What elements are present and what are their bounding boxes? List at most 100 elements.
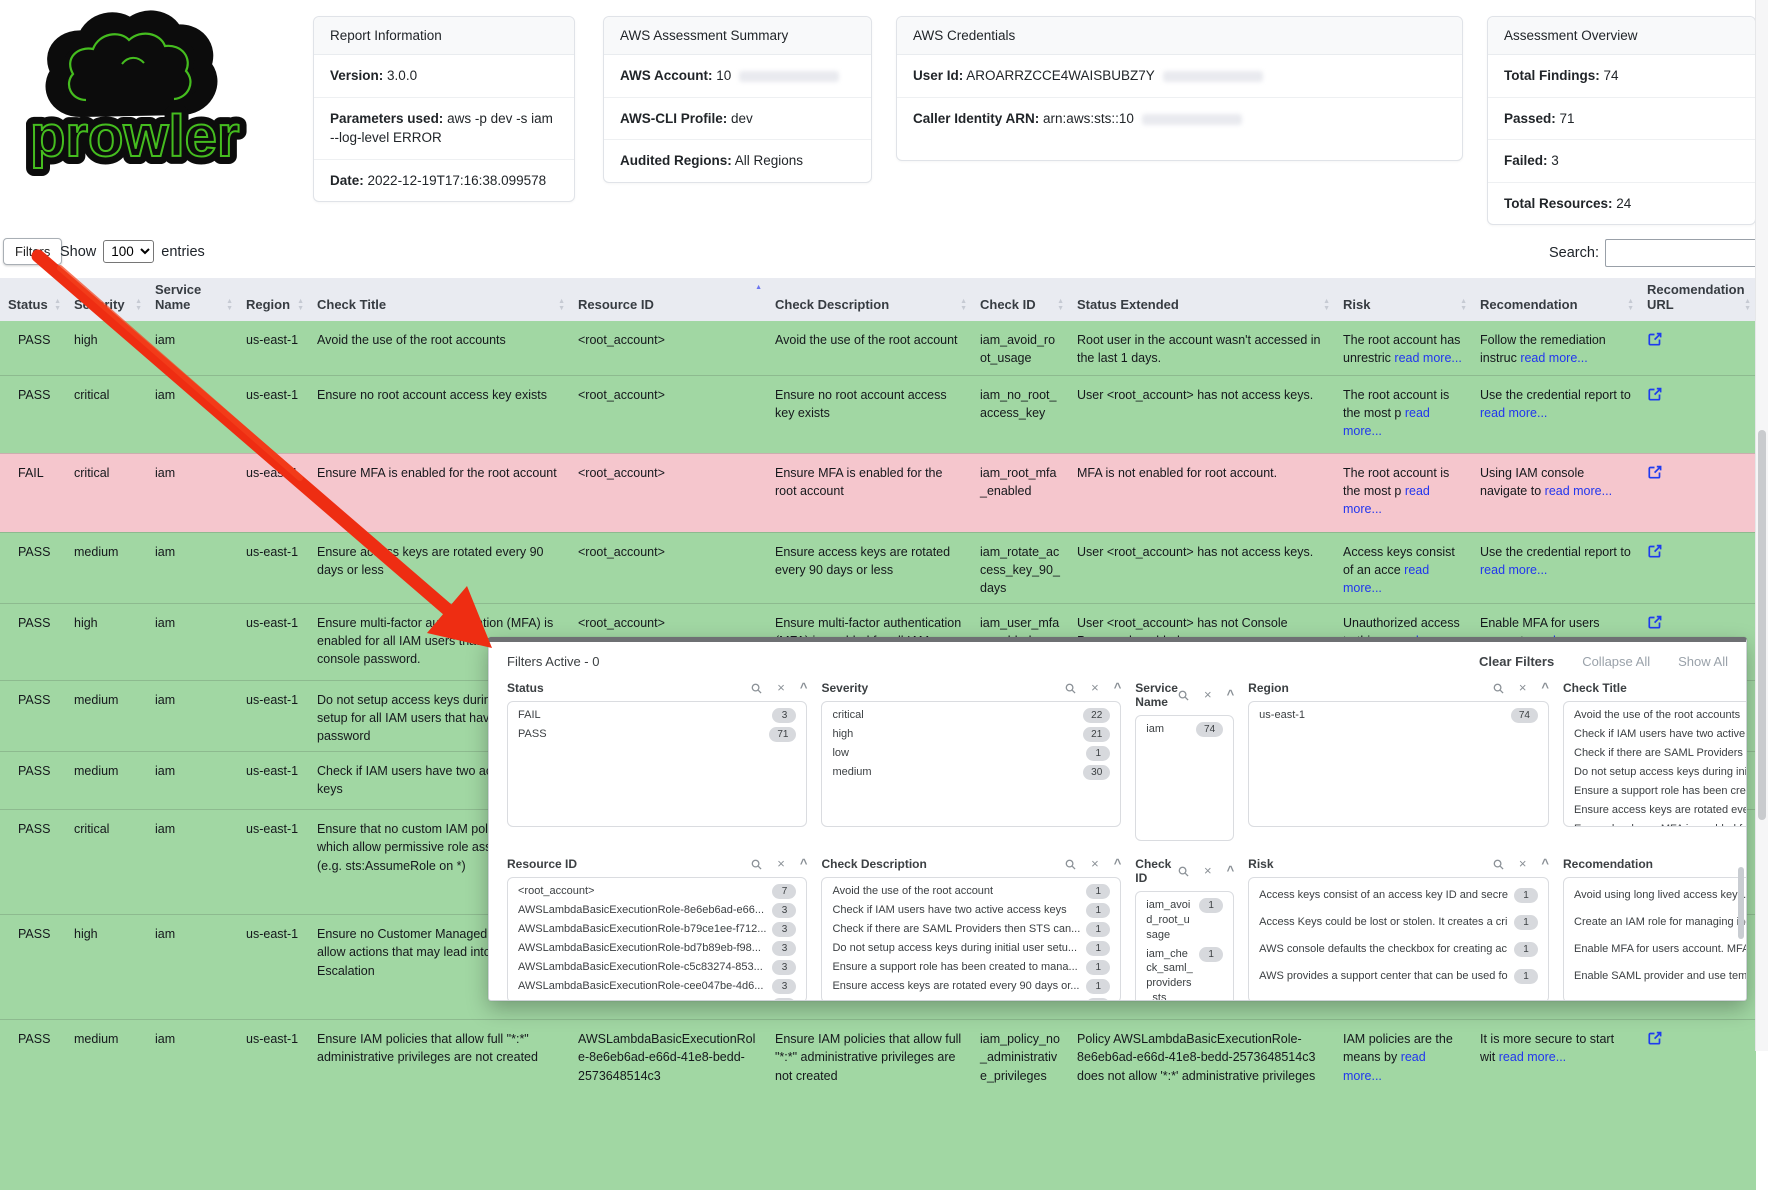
filter-option[interactable]: Do not setup access keys during initial … xyxy=(1564,763,1747,782)
filter-option[interactable]: Ensure access keys are rotated every 90 … xyxy=(822,977,1120,996)
filter-option[interactable]: FAIL 3 xyxy=(508,706,806,725)
filter-option[interactable]: Ensure a support role has been created t… xyxy=(1564,782,1747,801)
filter-option[interactable]: AWSLambdaBasicExecutionRole-c5c83274-853… xyxy=(508,958,806,977)
collapse-icon[interactable]: ^ xyxy=(1227,690,1235,700)
filter-option[interactable]: Ensure access keys are rotated every 90 … xyxy=(1564,801,1747,820)
table-row[interactable]: PASS medium iam us-east-1 Ensure access … xyxy=(0,532,1756,603)
external-link-icon[interactable] xyxy=(1647,331,1663,347)
sort-icons[interactable]: ▲▼ xyxy=(135,298,142,312)
collapse-icon[interactable]: ^ xyxy=(1114,859,1122,869)
clear-filter-icon[interactable]: × xyxy=(1091,859,1099,869)
page-scrollbar-thumb[interactable] xyxy=(1758,430,1766,820)
read-more-link[interactable]: read more... xyxy=(1480,563,1547,577)
search-icon[interactable] xyxy=(1065,859,1076,870)
filter-option[interactable]: Check if there are SAML Providers then S… xyxy=(822,920,1120,939)
sort-icons[interactable]: ▲▼ xyxy=(1627,298,1634,312)
filter-option[interactable]: PASS 71 xyxy=(508,725,806,744)
filter-option[interactable]: Check if IAM users have two active acces… xyxy=(1564,725,1747,744)
sort-icons[interactable]: ▲▼ xyxy=(297,298,304,312)
column-header[interactable]: Status ▲▼ xyxy=(0,278,66,321)
search-icon[interactable] xyxy=(1178,690,1189,701)
filter-option[interactable]: iam 74 xyxy=(1136,720,1233,739)
table-row[interactable]: FAIL critical iam us-east-1 Ensure MFA i… xyxy=(0,453,1756,532)
clear-filter-icon[interactable]: × xyxy=(777,683,785,693)
read-more-link[interactable]: read more... xyxy=(1394,351,1461,365)
read-more-link[interactable]: read more... xyxy=(1499,1050,1566,1064)
filter-option[interactable]: AWSSSO-d7b388...-DO-NOT-DELETE 1 xyxy=(508,996,806,1001)
sort-icons[interactable]: ▲▼ xyxy=(1460,298,1467,312)
external-link-icon[interactable] xyxy=(1647,614,1663,630)
filters-panel-action[interactable]: Clear Filters xyxy=(1479,654,1554,669)
sort-icons[interactable]: ▲▼ xyxy=(558,298,565,312)
column-header[interactable]: Risk ▲▼ xyxy=(1335,278,1472,321)
filter-option-list[interactable]: iam_avoid_root_usage 1 iam_check_saml_pr… xyxy=(1135,891,1234,1001)
column-header[interactable]: Region ▲▼ xyxy=(238,278,309,321)
filter-option-list[interactable]: FAIL 3 PASS 71 xyxy=(507,701,807,827)
column-header[interactable]: Check Description ▲▼ xyxy=(767,278,972,321)
external-link-icon[interactable] xyxy=(1647,1030,1663,1046)
table-row[interactable]: PASS critical iam us-east-1 Ensure no ro… xyxy=(0,375,1756,453)
filter-option[interactable]: Avoid the use of the root account 1 xyxy=(822,882,1120,901)
filter-option[interactable]: Ensure a support role has been created t… xyxy=(822,958,1120,977)
sort-icons[interactable]: ▲▼ xyxy=(1744,298,1751,312)
filter-option[interactable]: Avoid the use of the root accounts 1 xyxy=(1564,706,1747,725)
clear-filter-icon[interactable]: × xyxy=(1204,690,1212,700)
filters-panel-action[interactable]: Show All xyxy=(1678,654,1728,669)
filter-option[interactable]: AWSLambdaBasicExecutionRole-b79ce1ee-f71… xyxy=(508,920,806,939)
filter-option[interactable]: critical 22 xyxy=(822,706,1120,725)
collapse-icon[interactable]: ^ xyxy=(800,683,808,693)
search-icon[interactable] xyxy=(751,859,762,870)
filter-option[interactable]: Enable SAML provider and use temporary c… xyxy=(1564,963,1747,990)
filter-option-list[interactable]: Avoid the use of the root account 1 Chec… xyxy=(821,877,1121,1001)
sort-icons[interactable]: ▲▼ xyxy=(1323,298,1330,312)
filter-option[interactable]: AWSLambdaBasicExecutionRole-cee047be-4d6… xyxy=(508,977,806,996)
filter-option[interactable]: AWSLambdaBasicExecutionRole-8e6eb6ad-e66… xyxy=(508,901,806,920)
sort-icons[interactable]: ▲▼ xyxy=(1057,298,1064,312)
filter-option[interactable]: Do not setup access keys during initial … xyxy=(822,939,1120,958)
entries-select[interactable]: 100 xyxy=(103,240,154,263)
table-row[interactable]: PASS medium iam us-east-1 Ensure IAM pol… xyxy=(0,1020,1756,1190)
external-link-icon[interactable] xyxy=(1647,543,1663,559)
filters-button[interactable]: Filters xyxy=(3,238,62,265)
filter-option[interactable]: Ensure hardware MFA is enabled for the..… xyxy=(822,996,1120,1001)
clear-filter-icon[interactable]: × xyxy=(1519,683,1527,693)
external-link-icon[interactable] xyxy=(1647,386,1663,402)
column-header[interactable]: Resource ID ▲▼ xyxy=(570,278,767,321)
search-input[interactable] xyxy=(1605,239,1757,267)
external-link-icon[interactable] xyxy=(1647,464,1663,480)
collapse-icon[interactable]: ^ xyxy=(1541,683,1549,693)
column-header[interactable]: Check Title ▲▼ xyxy=(309,278,570,321)
filter-option[interactable]: Access keys consist of an access key ID … xyxy=(1249,882,1548,909)
clear-filter-icon[interactable]: × xyxy=(777,859,785,869)
sort-icons[interactable]: ▲▼ xyxy=(755,284,762,291)
column-header[interactable]: Status Extended ▲▼ xyxy=(1069,278,1335,321)
column-header[interactable]: Service Name ▲▼ xyxy=(147,278,238,321)
column-header[interactable]: Severity ▲▼ xyxy=(66,278,147,321)
filter-option[interactable]: AWS provides a support center that can b… xyxy=(1249,963,1548,990)
clear-filter-icon[interactable]: × xyxy=(1519,859,1527,869)
table-row[interactable]: PASS high iam us-east-1 Avoid the use of… xyxy=(0,321,1756,375)
filter-option[interactable]: high 21 xyxy=(822,725,1120,744)
read-more-link[interactable]: read more... xyxy=(1480,406,1547,420)
filter-option[interactable]: Access Keys could be lost or stolen. It … xyxy=(1249,909,1548,936)
filters-panel-action[interactable]: Collapse All xyxy=(1582,654,1650,669)
filter-option[interactable]: low 1 xyxy=(822,744,1120,763)
page-scrollbar[interactable] xyxy=(1755,0,1768,1051)
search-icon[interactable] xyxy=(751,683,762,694)
filter-option[interactable]: Create an IAM role for managing incident… xyxy=(1564,909,1747,936)
filter-option-list[interactable]: Avoid the use of the root accounts 1 Che… xyxy=(1563,701,1747,827)
column-header[interactable]: Check ID ▲▼ xyxy=(972,278,1069,321)
filter-option[interactable]: iam_avoid_root_usage 1 xyxy=(1136,896,1233,945)
filter-option[interactable]: AWS console defaults the checkbox for cr… xyxy=(1249,936,1548,963)
sort-icons[interactable]: ▲▼ xyxy=(226,298,233,312)
filters-panel-scrollbar[interactable] xyxy=(1738,867,1744,939)
filter-option-list[interactable]: Avoid using long lived access keys. 1 Cr… xyxy=(1563,877,1747,1001)
filter-option[interactable]: Ensure hardware MFA is enabled for the r… xyxy=(1564,820,1747,827)
sort-icons[interactable]: ▲▼ xyxy=(960,298,967,312)
collapse-icon[interactable]: ^ xyxy=(1541,859,1549,869)
filter-option-list[interactable]: us-east-1 74 xyxy=(1248,701,1549,827)
search-icon[interactable] xyxy=(1493,859,1504,870)
column-header[interactable]: Recomendation URL ▲▼ xyxy=(1639,278,1756,321)
search-icon[interactable] xyxy=(1493,683,1504,694)
filter-option[interactable]: us-east-1 74 xyxy=(1249,706,1548,725)
